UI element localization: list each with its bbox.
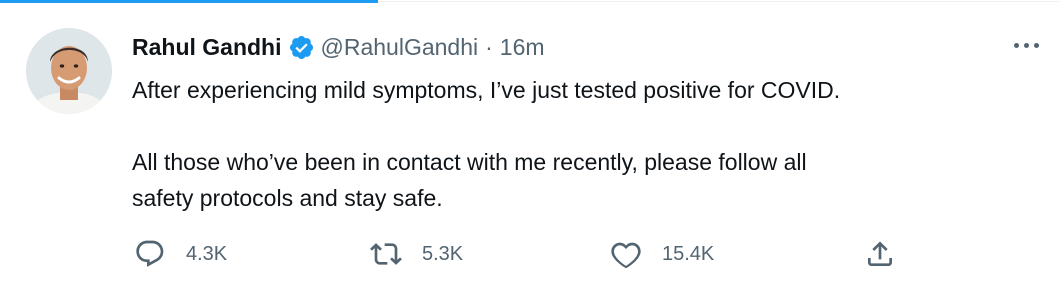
profile-photo (26, 28, 112, 114)
reply-count: 4.3K (186, 242, 228, 265)
like-count: 15.4K (662, 242, 715, 265)
avatar[interactable] (26, 28, 112, 114)
reply-button[interactable]: 4.3K (134, 236, 227, 272)
tweet-card[interactable]: Rahul Gandhi @RahulGandhi · 16m After ex… (0, 0, 1060, 288)
more-options-icon[interactable] (1006, 33, 1046, 57)
tweet-actions: 4.3K 5.3K 15.4K (132, 236, 912, 272)
heart-icon (611, 242, 641, 269)
tweet-text: After experiencing mild symptoms, I’ve j… (132, 72, 1032, 216)
retweet-button[interactable]: 5.3K (370, 236, 463, 272)
tweet-text-line: After experiencing mild symptoms, I’ve j… (132, 77, 841, 103)
retweet-count: 5.3K (422, 242, 464, 265)
share-icon (868, 241, 892, 266)
tweet-header: Rahul Gandhi @RahulGandhi · 16m (132, 30, 545, 64)
share-button[interactable] (864, 236, 896, 272)
author-name[interactable]: Rahul Gandhi (132, 34, 282, 61)
tweet-text-line: safety protocols and stay safe. (132, 185, 443, 211)
reply-icon (136, 240, 164, 267)
author-handle[interactable]: @RahulGandhi (321, 34, 479, 61)
retweet-icon (370, 243, 402, 265)
verified-badge-icon (288, 34, 315, 61)
tweet-text-line: All those who’ve been in contact with me… (132, 149, 807, 175)
like-button[interactable]: 15.4K (610, 236, 714, 272)
separator-dot: · (485, 33, 493, 60)
timestamp[interactable]: 16m (500, 34, 545, 61)
